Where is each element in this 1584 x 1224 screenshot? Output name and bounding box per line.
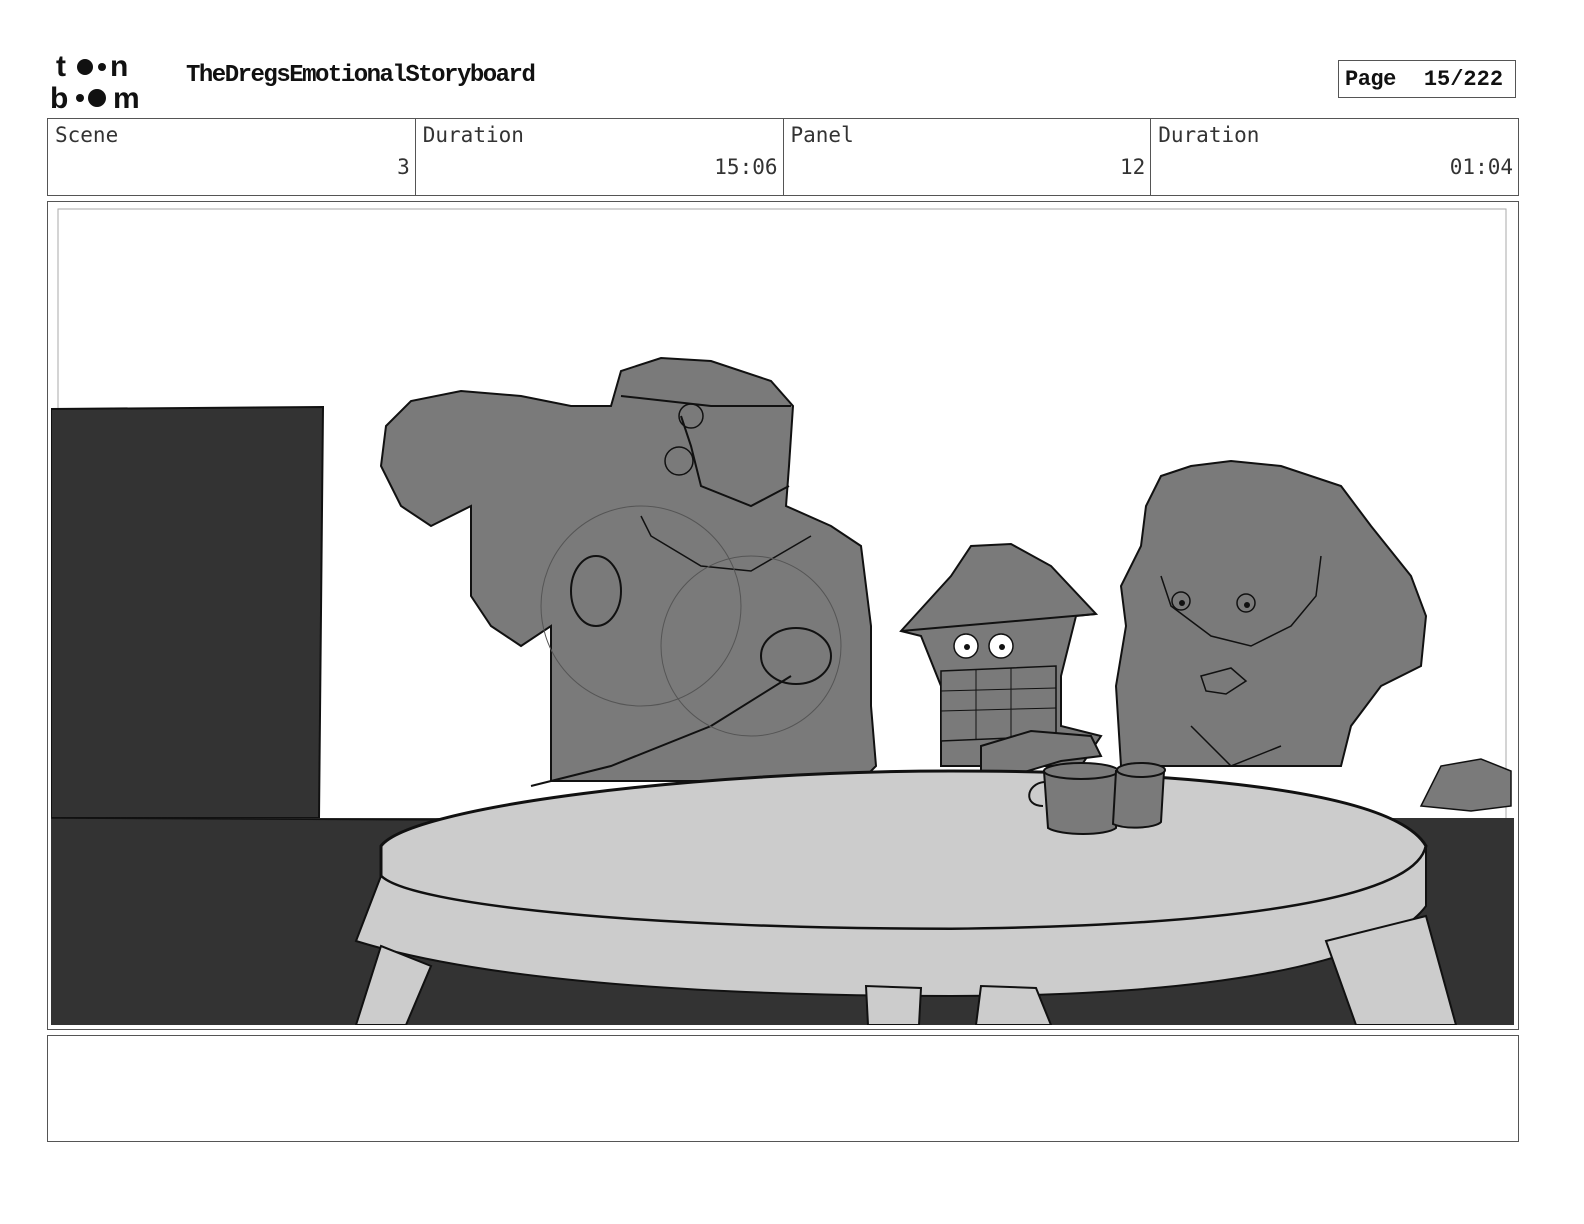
panel-duration-label: Duration xyxy=(1158,123,1260,147)
scene-duration-label: Duration xyxy=(422,123,524,147)
svg-text:m: m xyxy=(113,82,140,112)
svg-text:b: b xyxy=(50,82,68,112)
panel-notes-box xyxy=(47,1035,1519,1142)
scene-value: 3 xyxy=(397,155,410,179)
panel-label: Panel xyxy=(790,123,854,147)
page-label: Page xyxy=(1345,66,1396,92)
panel-duration-value: 01:04 xyxy=(1449,155,1513,179)
panel-value: 12 xyxy=(1119,155,1146,179)
scene-duration-value: 15:06 xyxy=(714,155,778,179)
page-indicator: Page 15/222 xyxy=(1338,60,1516,98)
page-number: 15/222 xyxy=(1423,66,1504,92)
scene-cell: Scene 3 xyxy=(48,119,416,195)
storyboard-panel-drawing xyxy=(51,206,1514,1025)
scene-label: Scene xyxy=(55,123,119,147)
scene-duration-cell: Duration 15:06 xyxy=(416,119,784,195)
toon-boom-logo: t n b m xyxy=(50,50,140,112)
panel-duration-cell: Duration 01:04 xyxy=(1151,119,1518,195)
svg-text:t: t xyxy=(56,50,66,83)
svg-text:n: n xyxy=(110,50,128,83)
info-row: Scene 3 Duration 15:06 Panel 12 Duration… xyxy=(47,118,1519,196)
panel-cell: Panel 12 xyxy=(784,119,1152,195)
project-title: TheDregsEmotionalStoryboard xyxy=(186,62,536,89)
